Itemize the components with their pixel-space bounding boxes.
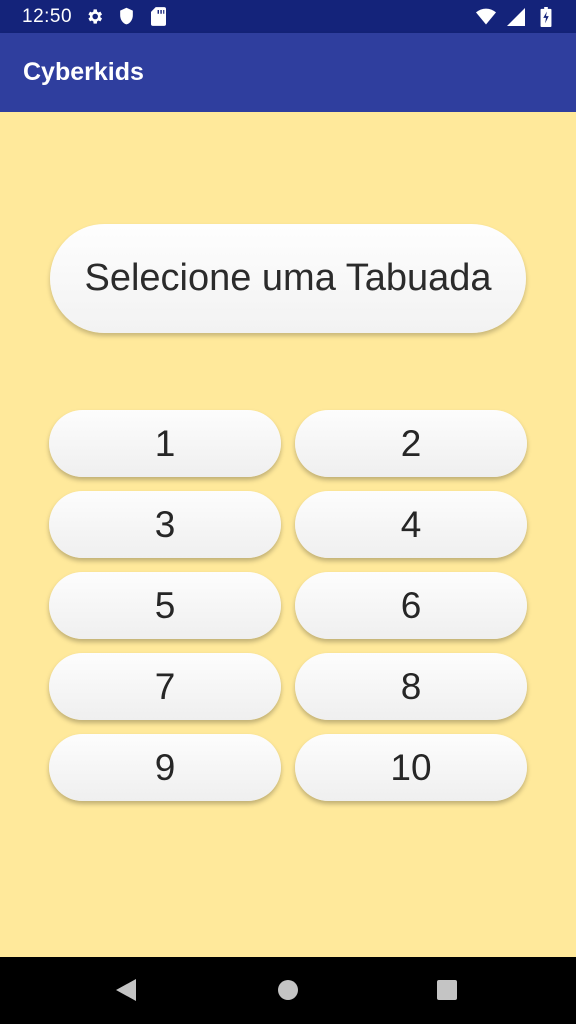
table-8-button[interactable]: 8 [295,653,527,720]
select-table-heading: Selecione uma Tabuada [50,224,526,333]
table-9-button[interactable]: 9 [49,734,281,801]
status-time: 12:50 [22,5,73,27]
navigation-bar [0,957,576,1024]
table-6-button[interactable]: 6 [295,572,527,639]
wifi-icon [476,7,496,27]
gear-icon [84,7,104,27]
table-2-button[interactable]: 2 [295,410,527,477]
sd-card-icon [148,7,168,27]
table-4-button[interactable]: 4 [295,491,527,558]
app-bar: Cyberkids [0,33,576,112]
status-right [476,6,556,27]
table-10-button[interactable]: 10 [295,734,527,801]
table-3-button[interactable]: 3 [49,491,281,558]
shield-icon [116,7,136,27]
table-5-button[interactable]: 5 [49,572,281,639]
signal-icon [506,7,526,27]
table-7-button[interactable]: 7 [49,653,281,720]
status-left: 12:50 [22,6,168,28]
table-1-button[interactable]: 1 [49,410,281,477]
back-icon[interactable] [103,966,151,1014]
status-bar: 12:50 [0,0,576,33]
home-icon[interactable] [264,966,312,1014]
main-content: Selecione uma Tabuada 1 2 3 4 5 6 7 8 9 … [0,112,576,957]
recents-icon[interactable] [423,966,471,1014]
app-title: Cyberkids [23,58,144,86]
battery-charging-icon [536,6,556,27]
